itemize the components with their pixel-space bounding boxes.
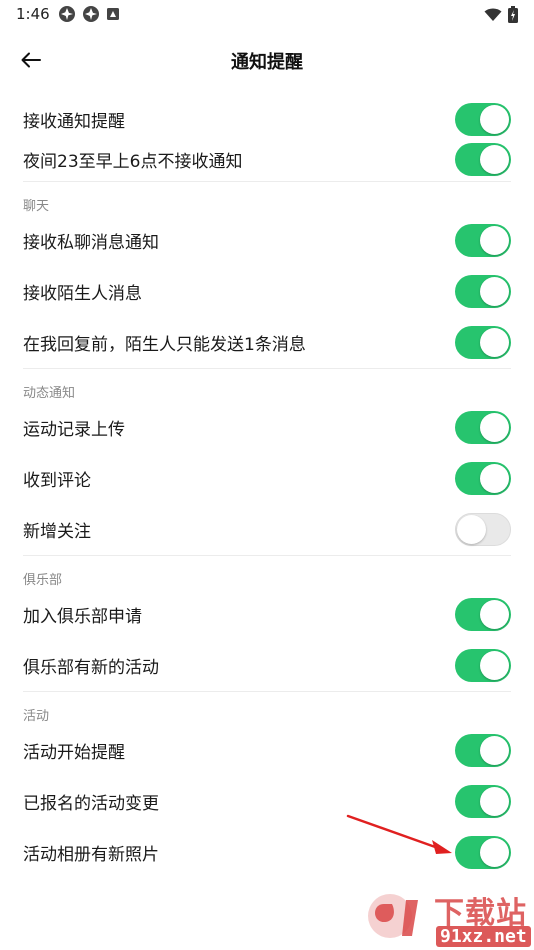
image-notification-icon bbox=[107, 8, 119, 20]
night-dnd-toggle[interactable] bbox=[455, 142, 511, 176]
club-join-request-toggle[interactable] bbox=[455, 598, 511, 631]
setting-row: 俱乐部有新的活动 bbox=[0, 640, 534, 691]
setting-label: 已报名的活动变更 bbox=[23, 794, 159, 814]
status-bar: 1:46 bbox=[0, 0, 534, 28]
club-new-activity-toggle[interactable] bbox=[455, 649, 511, 682]
watermark-logo-icon bbox=[368, 894, 418, 938]
app-notification-icon bbox=[83, 6, 99, 22]
setting-label: 在我回复前，陌生人只能发送1条消息 bbox=[23, 335, 306, 355]
setting-label: 加入俱乐部申请 bbox=[23, 607, 142, 627]
setting-label: 俱乐部有新的活动 bbox=[23, 658, 159, 678]
settings-list: 接收通知提醒 夜间23至早上6点不接收通知 聊天 接收私聊消息通知 接收陌生人消… bbox=[0, 94, 534, 878]
setting-row: 活动相册有新照片 bbox=[0, 827, 534, 878]
setting-row: 活动开始提醒 bbox=[0, 725, 534, 776]
setting-row: 收到评论 bbox=[0, 453, 534, 504]
setting-label: 活动相册有新照片 bbox=[23, 845, 159, 865]
watermark-brand: 下载站 bbox=[434, 896, 527, 931]
section-header-club: 俱乐部 bbox=[23, 573, 63, 588]
app-notification-icon bbox=[59, 6, 75, 22]
system-icons bbox=[484, 6, 518, 23]
event-album-toggle[interactable] bbox=[455, 836, 511, 869]
section-header-events: 活动 bbox=[23, 709, 50, 724]
comment-toggle[interactable] bbox=[455, 462, 511, 495]
setting-row: 夜间23至早上6点不接收通知 bbox=[0, 137, 534, 181]
page-title: 通知提醒 bbox=[231, 52, 303, 73]
stranger-message-toggle[interactable] bbox=[455, 275, 511, 308]
setting-row: 运动记录上传 bbox=[0, 402, 534, 453]
setting-label: 新增关注 bbox=[23, 522, 91, 542]
setting-row: 接收私聊消息通知 bbox=[0, 215, 534, 266]
setting-row: 在我回复前，陌生人只能发送1条消息 bbox=[0, 317, 534, 368]
setting-label: 接收私聊消息通知 bbox=[23, 233, 159, 253]
registered-event-change-toggle[interactable] bbox=[455, 785, 511, 818]
event-start-toggle[interactable] bbox=[455, 734, 511, 767]
private-message-toggle[interactable] bbox=[455, 224, 511, 257]
setting-label: 收到评论 bbox=[23, 471, 91, 491]
app-bar: 通知提醒 bbox=[0, 38, 534, 82]
setting-row: 加入俱乐部申请 bbox=[0, 589, 534, 640]
setting-row: 接收陌生人消息 bbox=[0, 266, 534, 317]
setting-label: 接收通知提醒 bbox=[23, 112, 125, 132]
new-follower-toggle[interactable] bbox=[455, 513, 511, 546]
setting-label: 运动记录上传 bbox=[23, 420, 125, 440]
workout-upload-toggle[interactable] bbox=[455, 411, 511, 444]
status-time: 1:46 bbox=[16, 5, 50, 23]
section-header-chat: 聊天 bbox=[23, 199, 50, 214]
battery-icon bbox=[508, 6, 518, 23]
stranger-limit-toggle[interactable] bbox=[455, 326, 511, 359]
setting-label: 夜间23至早上6点不接收通知 bbox=[23, 151, 243, 172]
setting-label: 接收陌生人消息 bbox=[23, 284, 142, 304]
notification-icons bbox=[58, 5, 120, 23]
setting-label: 活动开始提醒 bbox=[23, 743, 125, 763]
setting-row: 新增关注 bbox=[0, 504, 534, 555]
watermark-domain: 91xz.net bbox=[436, 926, 531, 947]
setting-row: 已报名的活动变更 bbox=[0, 776, 534, 827]
section-header-activity-feed: 动态通知 bbox=[23, 386, 76, 401]
watermark: 下载站 91xz.net bbox=[362, 886, 534, 950]
receive-notifications-toggle[interactable] bbox=[455, 103, 511, 136]
wifi-icon bbox=[484, 8, 502, 21]
